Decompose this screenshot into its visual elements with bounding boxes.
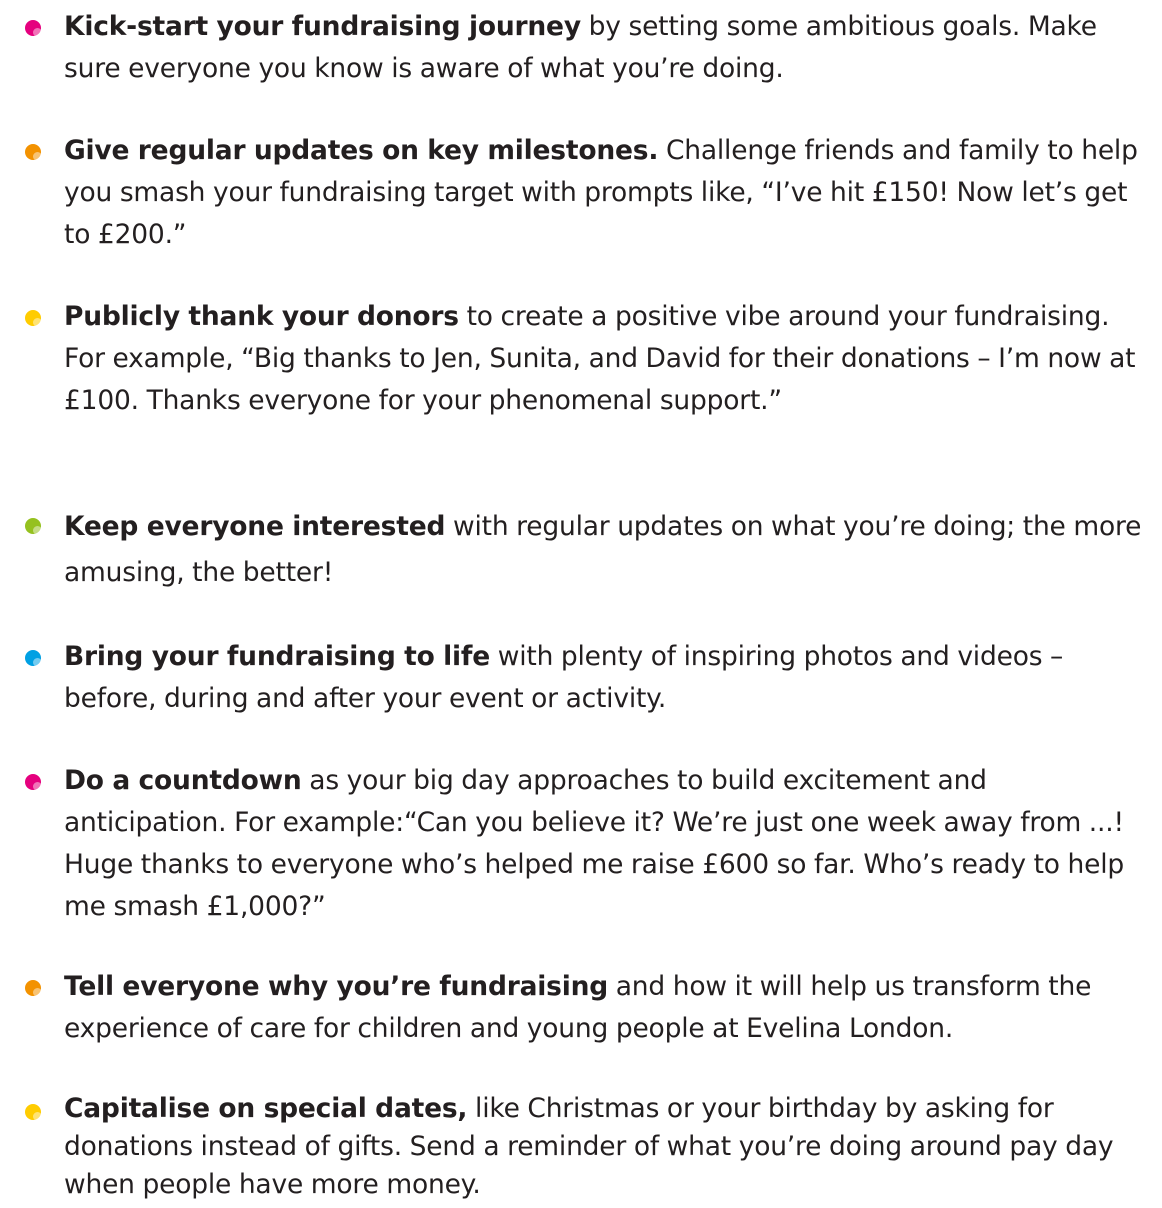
tip-text: Kick-start your fundraising journey by s…: [64, 6, 1154, 90]
tip-heading: Do a countdown: [64, 765, 302, 796]
tip-heading: Kick-start your fundraising journey: [64, 11, 581, 42]
tip-heading: Capitalise on special dates,: [64, 1093, 468, 1124]
tip-text: Bring your fundraising to life with plen…: [64, 636, 1154, 720]
tip-text: Keep everyone interested with regular up…: [64, 504, 1154, 596]
tip-text: Publicly thank your donors to create a p…: [64, 296, 1154, 422]
bullet-dot-icon: [25, 310, 41, 326]
bullet-dot-icon: [25, 980, 41, 996]
bullet-dot-icon: [25, 650, 41, 666]
bullet-dot-icon: [25, 1104, 41, 1120]
bullet-dot-icon: [25, 774, 41, 790]
tip-text: Do a countdown as your big day approache…: [64, 760, 1154, 928]
tip-heading: Keep everyone interested: [64, 511, 446, 542]
tip-heading: Bring your fundraising to life: [64, 641, 491, 672]
tip-text: Capitalise on special dates, like Christ…: [64, 1090, 1154, 1204]
bullet-dot-icon: [25, 144, 41, 160]
tip-text: Tell everyone why you’re fundraising and…: [64, 966, 1154, 1050]
tip-heading: Tell everyone why you’re fundraising: [64, 971, 609, 1002]
bullet-dot-icon: [25, 20, 41, 36]
tip-text: Give regular updates on key milestones. …: [64, 130, 1154, 256]
tip-heading: Give regular updates on key milestones.: [64, 135, 659, 166]
tip-heading: Publicly thank your donors: [64, 301, 459, 332]
bullet-dot-icon: [25, 518, 41, 534]
